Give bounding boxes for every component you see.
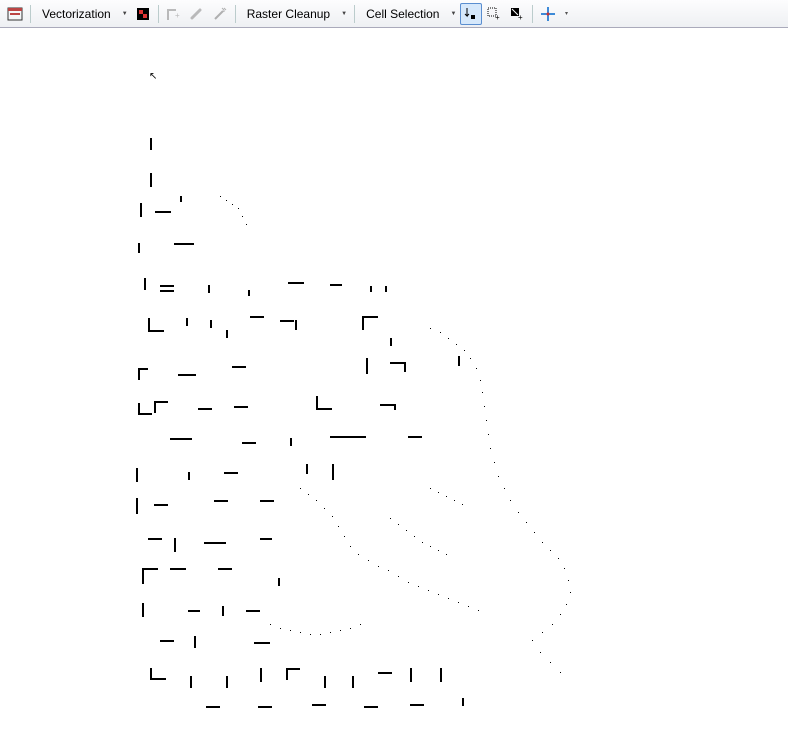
layer-target-button[interactable] [4, 3, 26, 25]
cell-selection-dropdown-arrow[interactable]: ▼ [447, 11, 459, 17]
select-connected-cells-button[interactable] [460, 3, 482, 25]
separator [158, 5, 159, 23]
vectorization-dropdown-arrow[interactable]: ▼ [119, 11, 131, 17]
map-canvas[interactable]: ↖ [0, 28, 788, 730]
raster-snapping-button[interactable] [537, 3, 559, 25]
magic-erase-icon [212, 6, 228, 22]
select-connected-cells-icon [463, 6, 479, 22]
layer-target-icon [7, 6, 23, 22]
raster-cleanup-dropdown-arrow[interactable]: ▼ [338, 11, 350, 17]
vectorization-menu[interactable]: Vectorization [35, 3, 118, 25]
arcscan-toolbar: Vectorization ▼ + Raster Cleanup ▼ Cell … [0, 0, 788, 28]
separator [235, 5, 236, 23]
magic-erase-button [209, 3, 231, 25]
raster-erase-button [186, 3, 208, 25]
cursor-icon: ↖ [149, 71, 157, 82]
select-cells-extent-button[interactable]: + [483, 3, 505, 25]
cell-selection-label: Cell Selection [366, 7, 439, 21]
svg-text:+: + [495, 13, 500, 22]
raster-cleanup-label: Raster Cleanup [247, 7, 330, 21]
separator [30, 5, 31, 23]
svg-text:+: + [518, 13, 523, 22]
separator [354, 5, 355, 23]
vector-trace-icon: + [166, 6, 182, 22]
raster-erase-icon [189, 6, 205, 22]
raster-cleanup-menu[interactable]: Raster Cleanup [240, 3, 337, 25]
clear-selection-icon: + [509, 6, 525, 22]
raster-snapping-icon [540, 6, 556, 22]
separator [532, 5, 533, 23]
cell-selection-menu[interactable]: Cell Selection [359, 3, 446, 25]
clear-selection-button[interactable]: + [506, 3, 528, 25]
svg-text:+: + [175, 11, 180, 20]
raster-painting-icon [135, 6, 151, 22]
vector-trace-button: + [163, 3, 185, 25]
raster-layer [130, 68, 610, 718]
raster-painting-button[interactable] [132, 3, 154, 25]
select-cells-extent-icon: + [486, 6, 502, 22]
vectorization-label: Vectorization [42, 7, 111, 21]
toolbar-options-dropdown[interactable]: ▾ [560, 10, 572, 17]
